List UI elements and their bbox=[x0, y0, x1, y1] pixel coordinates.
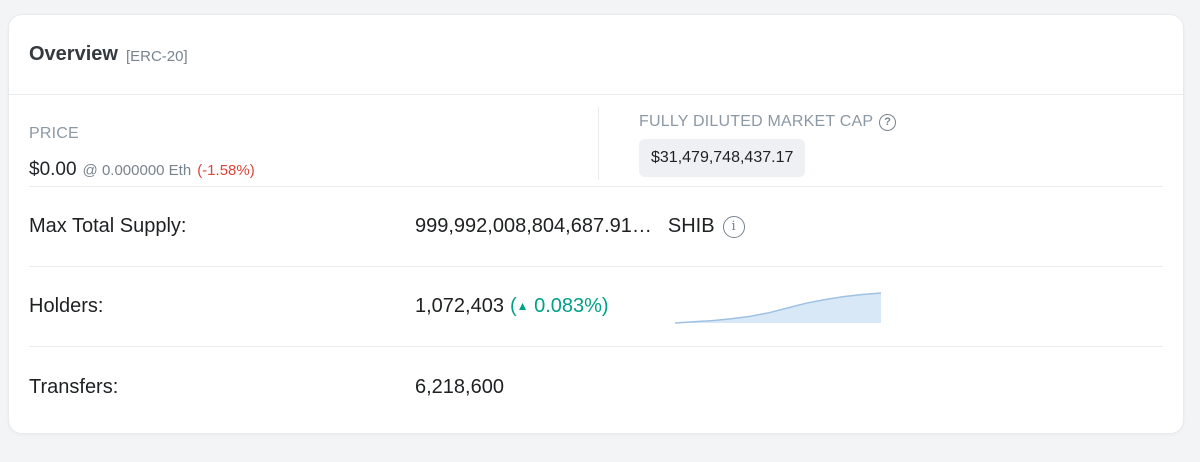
price-change: (-1.58%) bbox=[197, 162, 255, 179]
holders-row: Holders: 1,072,403 (▲ 0.083%) bbox=[29, 267, 1163, 347]
token-symbol: SHIB bbox=[667, 215, 715, 237]
price-label: PRICE bbox=[29, 125, 79, 142]
transfers-value: 6,218,600 bbox=[415, 375, 504, 398]
holders-change: (▲ 0.083%) bbox=[510, 295, 609, 318]
max-total-supply-row: Max Total Supply: 999,992,008,804,687.91… bbox=[29, 187, 1163, 267]
market-cap-label-row: FULLY DILUTED MARKET CAP ? bbox=[639, 113, 897, 131]
price-column: PRICE $0.00 @ 0.000000 Eth (-1.58%) bbox=[29, 107, 599, 180]
holders-value-group: 1,072,403 (▲ 0.083%) bbox=[415, 295, 609, 318]
holders-change-value: 0.083%) bbox=[528, 295, 609, 317]
info-circle-icon[interactable]: i bbox=[722, 215, 745, 238]
holders-change-open: ( bbox=[509, 295, 517, 317]
price-eth-value: @ 0.000000 Eth bbox=[82, 162, 192, 179]
holders-value: 1,072,403 bbox=[415, 295, 504, 317]
market-cap-column: FULLY DILUTED MARKET CAP ? $31,479,748,4… bbox=[639, 95, 1163, 186]
price-value: $0.00 bbox=[29, 159, 77, 180]
max-total-supply-label: Max Total Supply: bbox=[29, 215, 187, 237]
max-total-supply-value-group: 999,992,008,804,687.91… SHIB i bbox=[415, 215, 745, 238]
overview-card: Overview [ERC-20] PRICE $0.00 @ 0.000000… bbox=[8, 14, 1184, 434]
holders-sparkline-area bbox=[675, 293, 881, 323]
market-cap-label: FULLY DILUTED MARKET CAP bbox=[639, 113, 874, 130]
holders-sparkline[interactable] bbox=[673, 285, 885, 327]
price-line: $0.00 @ 0.000000 Eth (-1.58%) bbox=[29, 159, 255, 181]
card-header: Overview [ERC-20] bbox=[9, 15, 1183, 95]
question-circle-icon[interactable]: ? bbox=[879, 113, 897, 131]
market-cap-value: $31,479,748,437.17 bbox=[639, 139, 806, 177]
token-standard-label: [ERC-20] bbox=[125, 47, 188, 65]
transfers-row: Transfers: 6,218,600 bbox=[29, 347, 1163, 427]
caret-up-icon: ▲ bbox=[516, 299, 529, 313]
card-title: Overview bbox=[29, 43, 118, 65]
price-section: PRICE $0.00 @ 0.000000 Eth (-1.58%) FULL… bbox=[29, 95, 1163, 187]
transfers-label: Transfers: bbox=[29, 375, 119, 398]
holders-label: Holders: bbox=[29, 295, 104, 317]
max-total-supply-value: 999,992,008,804,687.91… bbox=[415, 215, 652, 237]
